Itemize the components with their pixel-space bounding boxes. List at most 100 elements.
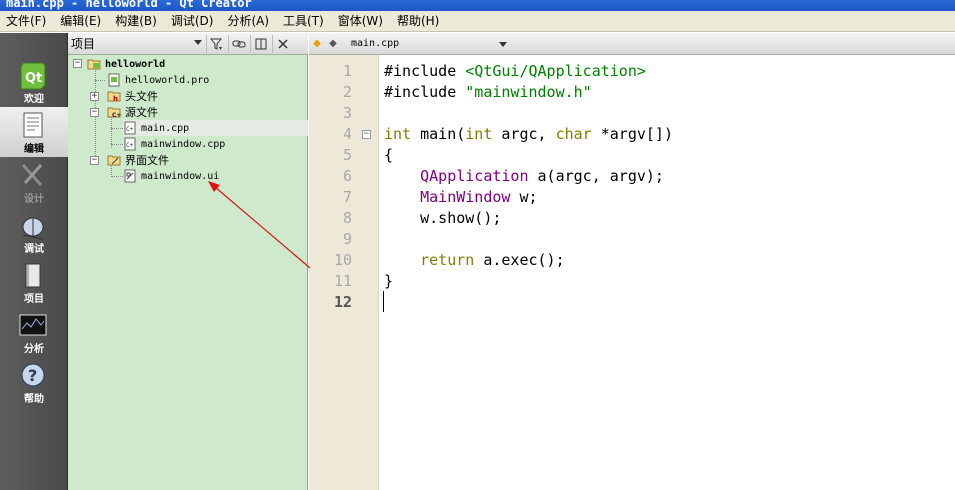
code-token: #include [384,83,466,101]
code-token: int [384,125,412,143]
line-number-current: 12 [333,293,352,311]
mode-debug[interactable]: 调试 [0,207,68,257]
menu-window[interactable]: 窗体(W) [332,11,391,32]
qt-logo-icon: Qt [20,62,46,90]
line-number: 3 [342,104,352,122]
code-line[interactable]: } [384,271,393,292]
tree-item-forms[interactable]: 界面文件 [107,152,169,168]
window-title: main.cpp - helloworld - Qt Creator [6,0,252,10]
code-line[interactable]: QApplication a(argc, argv); [384,166,664,187]
tree-item-label: 头文件 [125,90,158,103]
tree-item-label: mainwindow.ui [141,170,220,182]
mode-label: 项目 [24,294,44,305]
mode-welcome[interactable]: Qt 欢迎 [0,57,68,107]
code-line[interactable]: return a.exec(); [384,250,565,271]
tree-item-pro-file[interactable]: helloworld.pro [107,72,209,88]
sync-link-button[interactable] [228,34,248,53]
svg-text:Qt: Qt [25,71,42,86]
close-icon [277,38,288,49]
split-icon [255,38,266,49]
menu-analyze[interactable]: 分析(A) [221,11,277,32]
tree-item-sources[interactable]: C+ 源文件 [107,104,158,120]
tree-item-headers[interactable]: h 头文件 [107,88,158,104]
analyze-monitor-icon [19,314,47,336]
menu-tools[interactable]: 工具(T) [277,11,332,32]
tree-connector [95,80,105,81]
code-token: return [420,251,475,269]
tree-connector [111,128,123,129]
tree-item-main-cpp[interactable]: C+ main.cpp [123,120,308,136]
text-cursor [383,291,384,312]
tree-item-label: 界面文件 [125,154,169,167]
code-token: char [555,125,592,143]
collapse-toggle[interactable]: − [90,156,99,165]
collapse-toggle[interactable]: − [90,108,99,117]
project-panel-title: 项目 [71,37,96,51]
code-token: argc, [492,125,556,143]
mode-selector-bar: Qt 欢迎 编辑 设计 调试 项目 分析 ? 帮助 [0,33,68,490]
svg-text:C+: C+ [126,142,134,149]
line-number: 5 [342,146,352,164]
code-token: a(argc, argv); [528,167,664,185]
mode-help[interactable]: ? 帮助 [0,357,68,407]
menu-help[interactable]: 帮助(H) [391,11,447,32]
svg-text:C+: C+ [112,112,121,119]
menu-debug[interactable]: 调试(D) [165,11,222,32]
mode-design[interactable]: 设计 [0,157,68,207]
line-number: 6 [342,167,352,185]
code-token: MainWindow [420,188,511,206]
split-button[interactable] [250,34,270,53]
window-title-bar: main.cpp - helloworld - Qt Creator [0,0,955,11]
mode-edit[interactable]: 编辑 [0,107,68,157]
svg-text:?: ? [28,366,37,385]
code-line[interactable]: #include "mainwindow.h" [384,82,592,103]
ui-file-icon [124,169,136,183]
code-line[interactable]: { [384,145,393,166]
mode-analyze[interactable]: 分析 [0,307,68,357]
menu-build[interactable]: 构建(B) [109,11,165,32]
help-question-icon: ? [21,363,45,387]
menu-edit[interactable]: 编辑(E) [54,11,109,32]
code-line[interactable]: MainWindow w; [384,187,538,208]
cpp-file-icon: C+ [124,121,136,135]
fold-marker[interactable]: − [362,130,371,139]
qt-project-folder-icon [87,59,101,70]
link-icon [232,40,245,47]
close-panel-button[interactable] [272,34,292,53]
code-token: w; [510,188,538,206]
open-documents-combo[interactable]: main.cpp [351,38,511,49]
menu-file[interactable]: 文件(F) [0,11,54,32]
tree-connector [111,144,123,145]
filter-button[interactable]: ▾ [206,34,226,53]
cpp-file-icon: C+ [124,137,136,151]
code-token: w.show(); [384,209,502,227]
code-token: int [465,125,493,143]
line-number: 1 [342,62,352,80]
tree-item-mainwindow-cpp[interactable]: C+ mainwindow.cpp [123,136,225,152]
expand-toggle[interactable]: + [90,92,99,101]
tree-item-helloworld[interactable]: helloworld [87,56,165,72]
tree-connector [111,176,123,177]
go-forward-button[interactable]: ◆ [325,38,341,49]
mode-label: 编辑 [24,144,44,155]
code-token: a.exec(); [474,251,565,269]
svg-text:h: h [113,95,118,103]
line-number-gutter: 1 2 3 4 5 6 7 8 9 10 11 12 − [309,55,379,490]
pro-file-icon [108,73,120,87]
code-token: *argv[]) [591,125,673,143]
design-tools-icon [21,163,43,187]
go-back-button[interactable]: ◆ [309,38,325,49]
code-line[interactable]: int main(int argc, char *argv[]) [384,124,673,145]
code-token: QApplication [420,167,529,185]
code-token: <QtGui/QApplication> [465,62,646,80]
code-line[interactable]: #include <QtGui/QApplication> [384,61,646,82]
mode-projects[interactable]: 项目 [0,257,68,307]
project-view-selector[interactable]: 项目 [71,35,204,52]
collapse-toggle[interactable]: − [73,59,82,68]
tree-item-mainwindow-ui[interactable]: mainwindow.ui [123,168,219,184]
source-folder-icon: C+ [107,107,121,119]
tree-item-label: 源文件 [125,106,158,119]
code-editor[interactable]: #include <QtGui/QApplication> #include "m… [380,55,955,490]
code-line[interactable]: w.show(); [384,208,501,229]
